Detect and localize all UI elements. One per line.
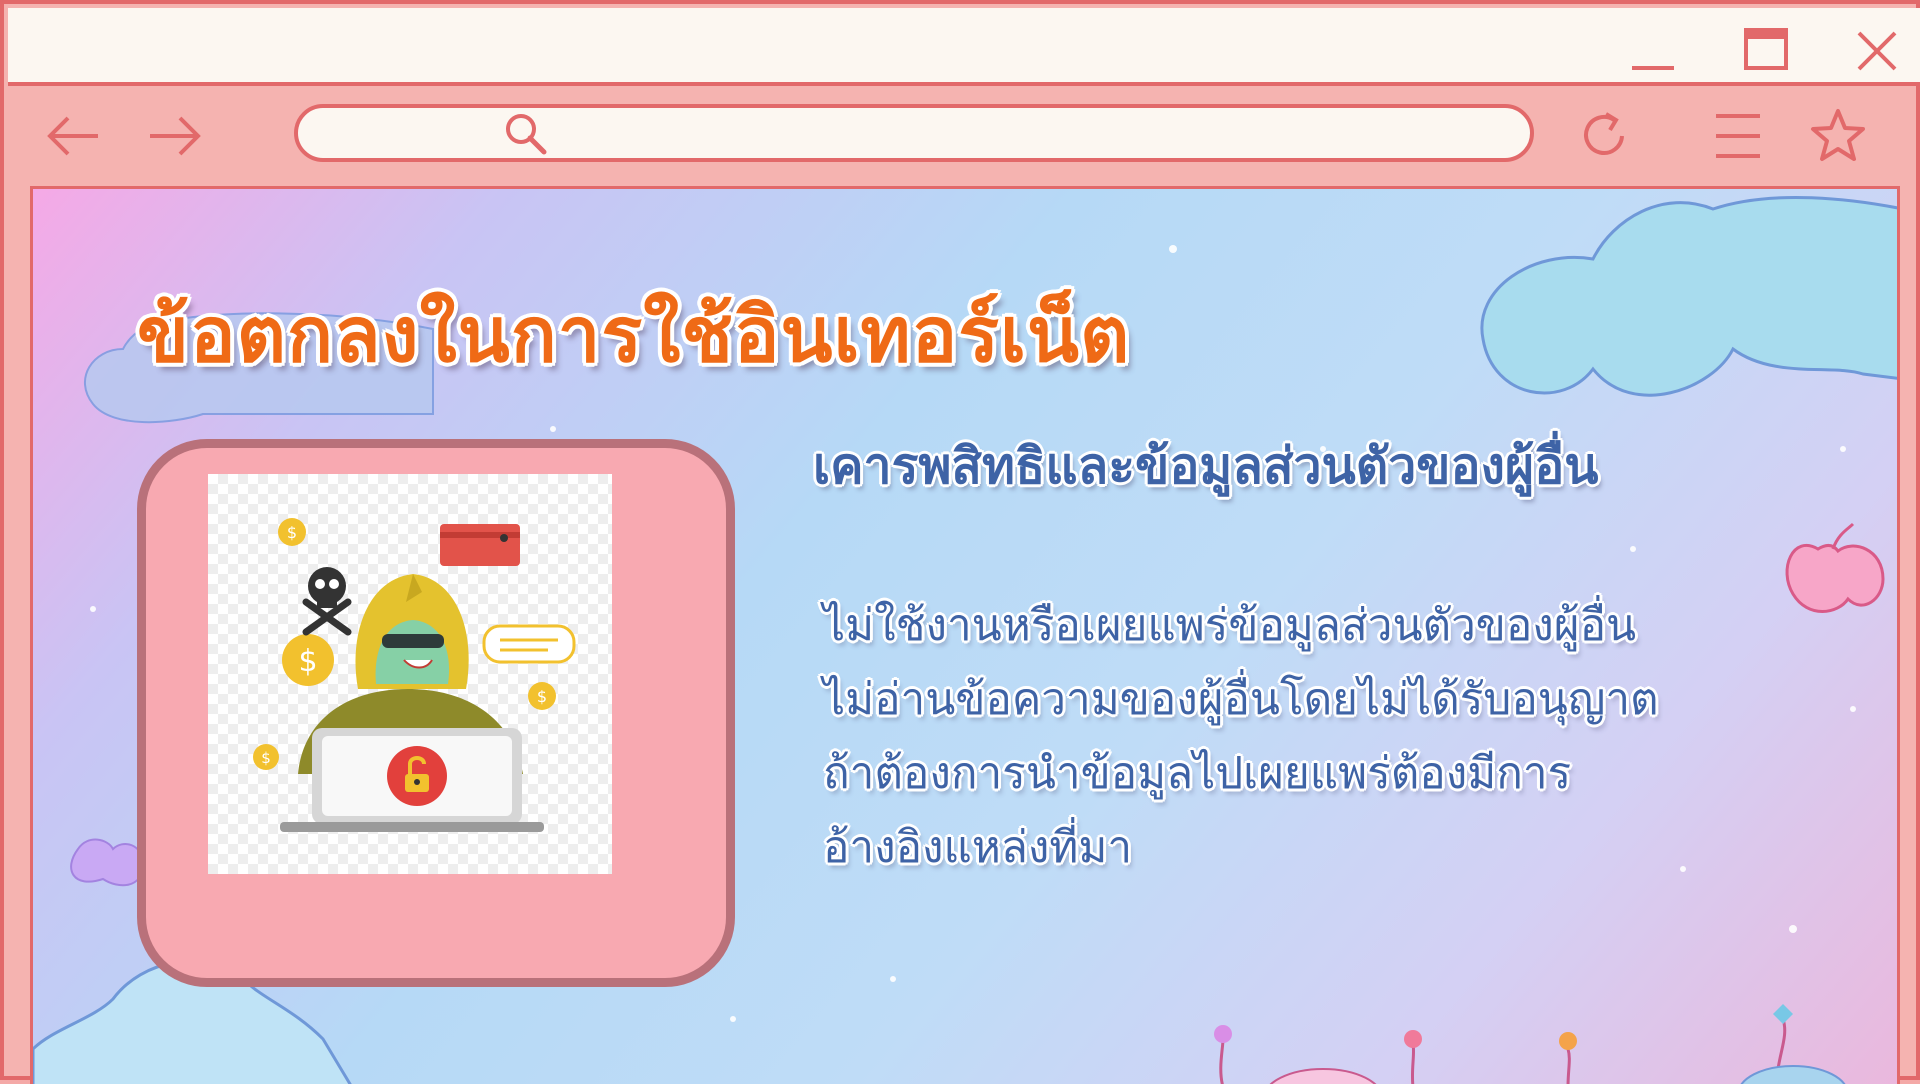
- url-input[interactable]: [428, 116, 1492, 152]
- title-bar: [8, 8, 1920, 86]
- address-bar[interactable]: [294, 104, 1534, 162]
- rule-line: ถ้าต้องการนำข้อมูลไปเผยแพร่ต้องมีการ: [823, 748, 1572, 799]
- svg-text:$: $: [287, 523, 297, 542]
- maximize-icon[interactable]: [1740, 24, 1794, 78]
- close-icon[interactable]: [1850, 24, 1904, 78]
- coin-icon: $: [278, 518, 306, 546]
- star-icon[interactable]: [1808, 106, 1868, 166]
- rule-line: อ้างอิงแหล่งที่มา: [823, 822, 1133, 873]
- svg-text:$: $: [537, 687, 547, 706]
- reload-icon[interactable]: [1576, 106, 1636, 166]
- credit-card-icon: [440, 524, 520, 566]
- hacker-with-laptop-illustration: $ $ $ $: [208, 474, 612, 874]
- web-content: ข้อตกลงในการใช้อินเทอร์เน็ต $ $ $ $ เคาร…: [30, 186, 1900, 1084]
- menu-icon[interactable]: [1710, 106, 1770, 166]
- rule-line: ไม่ใช้งานหรือเผยแพร่ข้อมูลส่วนตัวของผู้อ…: [823, 600, 1637, 651]
- back-arrow-icon[interactable]: [44, 106, 104, 166]
- page-title: ข้อตกลงในการใช้อินเทอร์เน็ต: [137, 290, 1131, 379]
- forward-arrow-icon[interactable]: [144, 106, 204, 166]
- skull-crossbones-icon: [302, 567, 352, 636]
- section-subtitle: เคารพสิทธิและข้อมูลส่วนตัวของผู้อื่น: [813, 436, 1599, 495]
- svg-text:$: $: [261, 749, 271, 767]
- browser-toolbar: [8, 86, 1920, 186]
- apple-decoration: [1785, 522, 1885, 613]
- rules-list: ไม่ใช้งานหรือเผยแพร่ข้อมูลส่วนตัวของผู้อ…: [823, 589, 1659, 885]
- chat-bubble-icon: [482, 624, 576, 664]
- rule-line: ไม่อ่านข้อความของผู้อื่นโดยไม่ได้รับอนุญ…: [823, 674, 1659, 725]
- minimize-icon[interactable]: [1626, 24, 1680, 78]
- illustration-frame: $ $ $ $: [137, 439, 735, 987]
- browser-window: ข้อตกลงในการใช้อินเทอร์เน็ต $ $ $ $ เคาร…: [0, 0, 1920, 1084]
- svg-text:$: $: [298, 644, 317, 679]
